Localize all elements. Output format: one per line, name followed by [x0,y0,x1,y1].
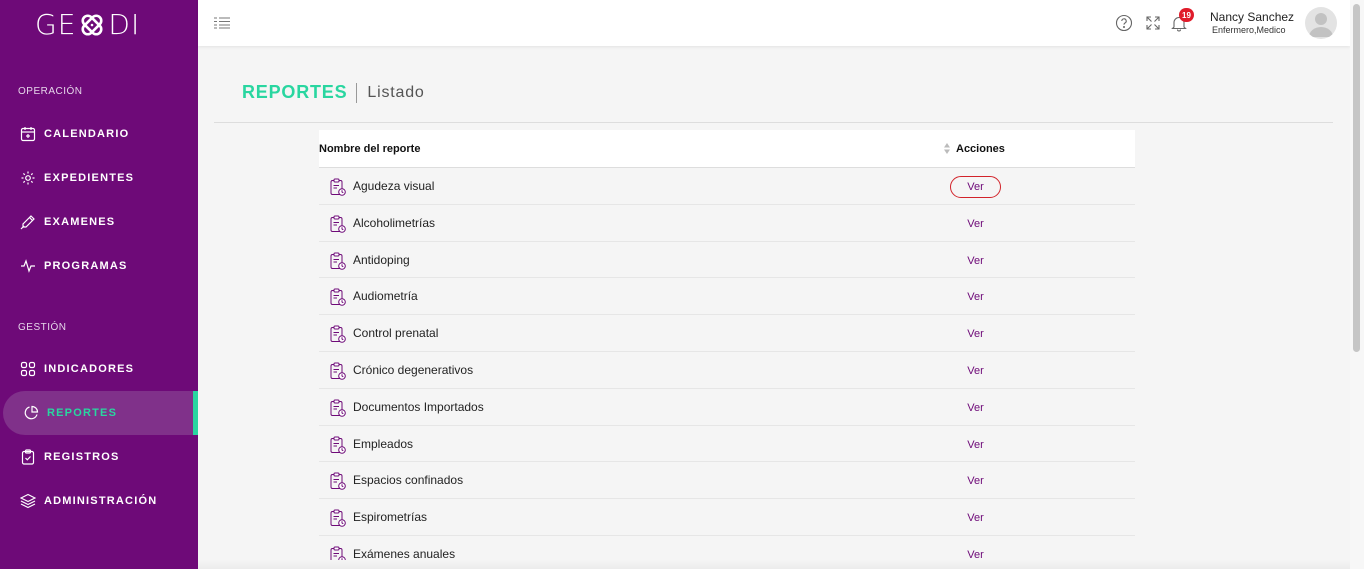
sidebar-item-programas[interactable]: PROGRAMAS [0,244,198,288]
user-name: Nancy Sanchez [1210,10,1295,24]
active-indicator [193,391,198,435]
column-header-name: Nombre del reporte [319,143,421,155]
gear-icon [20,170,36,186]
sidebar-item-expedientes[interactable]: EXPEDIENTES [0,156,198,200]
sidebar-item-label: PROGRAMAS [44,260,128,272]
report-icon [330,472,346,491]
notification-badge: 19 [1179,8,1194,22]
scrollbar-thumb[interactable] [1353,4,1360,352]
section-label-gestion: GESTIÓN [18,322,67,333]
menu-toggle-icon[interactable] [214,17,230,29]
view-report-button[interactable]: Ver [950,360,1001,382]
sidebar-item-calendario[interactable]: CALENDARIO [0,112,198,156]
view-report-button[interactable]: Ver [950,176,1001,198]
report-name: Audiometría [353,289,418,304]
sidebar-item-label: REPORTES [47,407,118,419]
report-name: Espacios confinados [353,473,464,488]
column-header-actions: Acciones [956,143,1005,155]
sidebar-item-label: EXAMENES [44,216,116,228]
sidebar: GE DI OPERACIÓN CALENDARIO EXPEDIENTES E… [0,0,198,569]
view-report-button[interactable]: Ver [950,470,1001,492]
sidebar-item-label: ADMINISTRACIÓN [44,495,158,507]
sidebar-item-registros[interactable]: REGISTROS [0,435,198,479]
report-icon [330,252,346,270]
table-row: Antidoping Ver [319,241,1135,279]
report-name: Documentos Importados [353,399,484,414]
report-name: Empleados [353,436,414,451]
table-row: Audiometría Ver [319,278,1135,316]
logo-mark-icon [81,13,103,36]
sidebar-item-examenes[interactable]: EXAMENES [0,200,198,244]
grid-icon [20,361,36,377]
sidebar-item-label: INDICADORES [44,363,135,375]
report-name: Exámenes anuales [353,546,456,561]
table-row: Espirometrías Ver [319,499,1135,536]
sidebar-item-label: EXPEDIENTES [44,172,135,184]
report-name: Antidoping [353,252,410,267]
table-row: Crónico degenerativos Ver [319,351,1135,389]
pie-chart-icon [23,405,39,421]
user-role: Enfermero,Medico [1212,25,1286,35]
topbar: 19 Nancy Sanchez Enfermero,Medico [198,0,1350,46]
report-icon [330,215,346,233]
view-report-button[interactable]: Ver [950,507,1001,529]
report-icon [330,178,346,196]
table-row: Empleados Ver [319,425,1135,463]
sidebar-item-reportes[interactable]: REPORTES [3,391,198,435]
logo-text-right: DI [108,8,141,41]
clipboard-icon [20,449,36,465]
table-row: Alcoholimetrías Ver [319,204,1135,242]
reports-table: Nombre del reporte Acciones Agudeza visu… [319,130,1135,569]
logo-text-left: GE [35,8,77,41]
table-row: Espacios confinados Ver [319,462,1135,500]
page-heading: REPORTES Listado [242,82,425,103]
report-icon [330,325,346,343]
page-subtitle: Listado [367,83,425,101]
calendar-icon [20,126,36,142]
table-row: Agudeza visual Ver [319,168,1135,205]
table-header: Nombre del reporte Acciones [319,130,1135,168]
view-report-button[interactable]: Ver [950,286,1001,308]
pen-icon [20,214,36,230]
report-name: Crónico degenerativos [353,362,474,377]
sidebar-item-administracion[interactable]: ADMINISTRACIÓN [0,479,198,523]
sort-icon[interactable] [944,143,950,154]
sidebar-item-label: REGISTROS [44,451,120,463]
table-row: Documentos Importados Ver [319,388,1135,426]
sidebar-item-label: CALENDARIO [44,128,130,140]
report-name: Control prenatal [353,326,439,341]
report-name: Espirometrías [353,510,428,525]
avatar[interactable] [1305,7,1337,39]
heading-divider [214,122,1333,123]
view-report-button[interactable]: Ver [950,323,1001,345]
report-name: Alcoholimetrías [353,215,436,230]
report-name: Agudeza visual [353,179,435,193]
bottom-fade [198,560,1350,569]
section-label-operacion: OPERACIÓN [18,86,83,97]
sidebar-item-indicadores[interactable]: INDICADORES [0,347,198,391]
report-icon [330,362,346,380]
view-report-button[interactable]: Ver [950,250,1001,272]
report-icon [330,399,346,417]
report-icon [330,288,346,307]
report-icon [330,509,346,527]
report-icon [330,436,346,454]
view-report-button[interactable]: Ver [950,397,1001,419]
title-divider [356,82,358,103]
page-title: REPORTES [242,82,348,102]
user-avatar-icon [1309,13,1333,37]
fullscreen-icon[interactable] [1144,14,1162,32]
layers-icon [20,493,36,509]
view-report-button[interactable]: Ver [950,434,1001,456]
app-logo[interactable]: GE DI [35,8,140,41]
table-body: Agudeza visual Ver Alcoholimetrías Ver A… [319,168,1135,569]
view-report-button[interactable]: Ver [950,213,1001,235]
pulse-icon [20,258,36,274]
help-icon[interactable] [1115,14,1133,32]
table-row: Control prenatal Ver [319,315,1135,352]
